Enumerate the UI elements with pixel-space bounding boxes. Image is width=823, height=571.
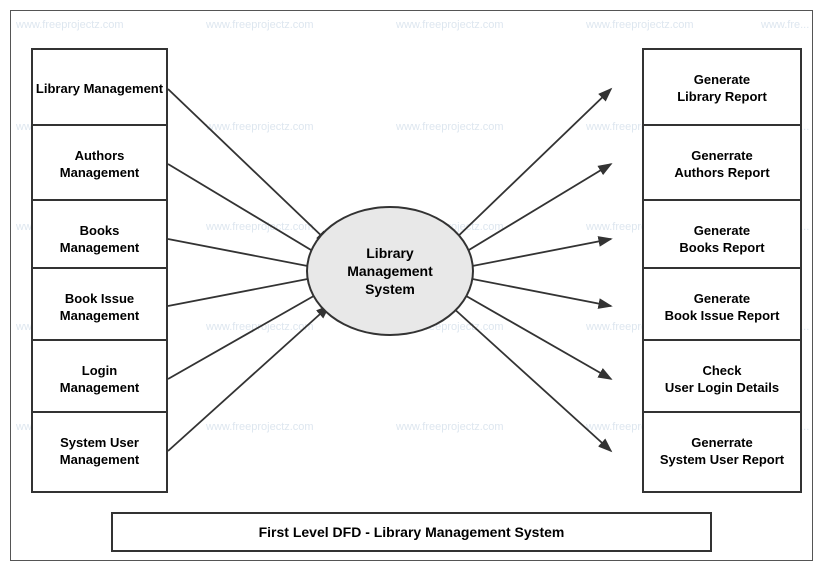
watermark: www.fre... <box>761 19 809 31</box>
node-authors-management: AuthorsManagement <box>31 124 168 206</box>
node-gen-sysuser-report: GenerrateSystem User Report <box>642 411 802 493</box>
node-login-management: LoginManagement <box>31 339 168 421</box>
watermark: www.freeprojectz.com <box>396 421 504 433</box>
watermark: www.freeprojectz.com <box>16 19 124 31</box>
node-book-issue-management: Book IssueManagement <box>31 267 168 349</box>
center-circle-lms: LibraryManagementSystem <box>306 206 474 336</box>
node-gen-authors-report: GenerrateAuthors Report <box>642 124 802 206</box>
node-gen-issue-report: GenerateBook Issue Report <box>642 267 802 349</box>
watermark: www.freeprojectz.com <box>206 121 314 133</box>
watermark: www.freeprojectz.com <box>206 19 314 31</box>
node-check-login: CheckUser Login Details <box>642 339 802 421</box>
caption-box: First Level DFD - Library Management Sys… <box>111 512 712 552</box>
watermark: www.freeprojectz.com <box>586 19 694 31</box>
node-gen-library-report: GenerateLibrary Report <box>642 48 802 130</box>
watermark: www.freeprojectz.com <box>206 421 314 433</box>
watermark: www.freeprojectz.com <box>396 121 504 133</box>
watermark: www.freeprojectz.com <box>206 321 314 333</box>
node-system-user-management: System UserManagement <box>31 411 168 493</box>
diagram-container: www.freeprojectz.com www.freeprojectz.co… <box>10 10 813 561</box>
watermark: www.freeprojectz.com <box>396 19 504 31</box>
node-library-management: Library Management <box>31 48 168 130</box>
watermark: www.freeprojectz.com <box>206 221 314 233</box>
